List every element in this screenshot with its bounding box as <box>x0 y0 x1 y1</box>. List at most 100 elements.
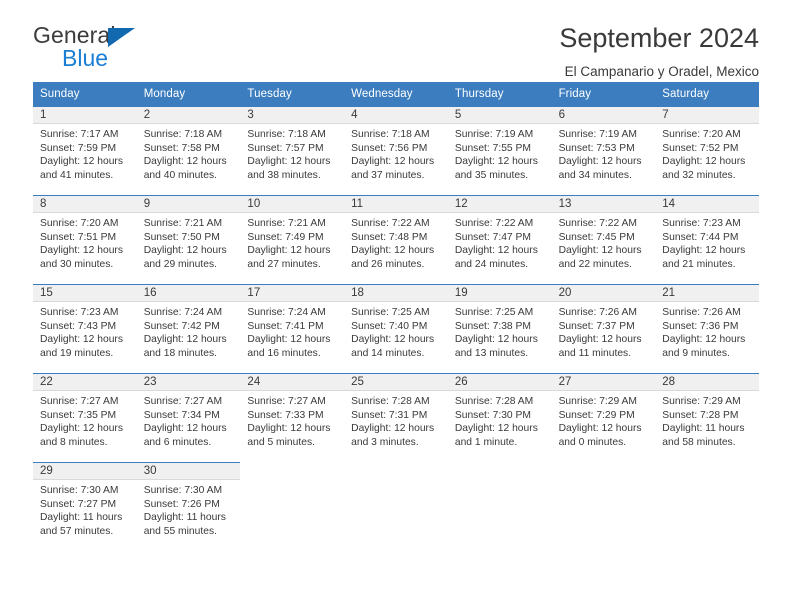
daylight-duration-line1: Daylight: 12 hours <box>40 423 123 435</box>
day-details: Sunrise: 7:27 AM Sunset: 7:33 PM Daylight:… <box>240 391 344 449</box>
page-header: General Blue September 2024 El Campanari… <box>33 0 759 78</box>
calendar-day-cell[interactable]: 13 Sunrise: 7:22 AM Sunset: 7:45 PM Dayligh… <box>551 195 656 284</box>
calendar-day-cell[interactable]: 16 Sunrise: 7:24 AM Sunset: 7:42 PM Dayligh… <box>136 284 241 373</box>
calendar-day-cell[interactable]: 23 Sunrise: 7:27 AM Sunset: 7:34 PM Dayligh… <box>136 373 241 462</box>
sunset-time: Sunset: 7:58 PM <box>143 142 220 154</box>
day-number: 30 <box>143 465 157 477</box>
calendar-day-cell[interactable]: 28 Sunrise: 7:29 AM Sunset: 7:28 PM Dayligh… <box>655 373 759 462</box>
daylight-duration-line1: Daylight: 12 hours <box>143 423 227 435</box>
daylight-duration-line1: Daylight: 12 hours <box>351 423 435 435</box>
day-number-band: 24 <box>240 374 345 391</box>
daylight-duration-line1: Daylight: 12 hours <box>247 156 331 168</box>
calendar-day-cell[interactable]: 15 Sunrise: 7:23 AM Sunset: 7:43 PM Dayligh… <box>33 284 137 373</box>
sunset-time: Sunset: 7:55 PM <box>454 142 531 154</box>
calendar-day-cell[interactable]: 20 Sunrise: 7:26 AM Sunset: 7:37 PM Dayligh… <box>551 284 656 373</box>
day-details: Sunrise: 7:26 AM Sunset: 7:36 PM Daylight:… <box>655 302 759 360</box>
day-number-band: 12 <box>447 196 552 213</box>
day-details: Sunrise: 7:18 AM Sunset: 7:56 PM Daylight:… <box>344 124 448 182</box>
day-number-band: 22 <box>33 374 137 391</box>
sunrise-time: Sunrise: 7:26 AM <box>558 307 637 318</box>
day-number-band: 18 <box>344 285 448 302</box>
sunrise-time: Sunrise: 7:30 AM <box>143 485 223 496</box>
calendar-day-cell[interactable]: 19 Sunrise: 7:25 AM Sunset: 7:38 PM Dayligh… <box>447 284 552 373</box>
calendar-week-row: 15 Sunrise: 7:23 AM Sunset: 7:43 PM Dayligh… <box>33 284 759 373</box>
daylight-duration-line2: and 18 minutes. <box>143 347 217 359</box>
daylight-duration-line2: and 1 minute. <box>454 436 518 448</box>
day-number: 3 <box>247 109 254 121</box>
sunrise-time: Sunrise: 7:26 AM <box>662 307 741 318</box>
sunrise-time: Sunrise: 7:25 AM <box>351 307 430 318</box>
weekday-saturday: Saturday <box>662 88 710 100</box>
daylight-duration-line2: and 14 minutes. <box>351 347 425 359</box>
calendar-day-cell[interactable]: 6 Sunrise: 7:19 AM Sunset: 7:53 PM Daylight… <box>551 106 656 195</box>
calendar-day-cell[interactable]: 25 Sunrise: 7:28 AM Sunset: 7:31 PM Dayligh… <box>344 373 448 462</box>
calendar-day-cell[interactable]: 17 Sunrise: 7:24 AM Sunset: 7:41 PM Dayligh… <box>240 284 345 373</box>
daylight-duration-line2: and 38 minutes. <box>247 169 321 181</box>
page-title: September 2024 <box>559 23 759 53</box>
day-number-band: 17 <box>240 285 345 302</box>
daylight-duration-line1: Daylight: 11 hours <box>40 512 123 524</box>
daylight-duration-line1: Daylight: 11 hours <box>662 423 745 435</box>
daylight-duration-line1: Daylight: 12 hours <box>558 156 642 168</box>
calendar-day-cell[interactable]: 21 Sunrise: 7:26 AM Sunset: 7:36 PM Dayligh… <box>655 284 759 373</box>
day-number: 8 <box>40 198 47 210</box>
daylight-duration-line1: Daylight: 12 hours <box>454 245 538 257</box>
calendar-day-cell[interactable]: 5 Sunrise: 7:19 AM Sunset: 7:55 PM Daylight… <box>447 106 552 195</box>
sunrise-time: Sunrise: 7:29 AM <box>662 396 741 407</box>
calendar-day-cell[interactable]: 26 Sunrise: 7:28 AM Sunset: 7:30 PM Dayligh… <box>447 373 552 462</box>
calendar-day-cell[interactable]: 1 Sunrise: 7:17 AM Sunset: 7:59 PM Daylight… <box>33 106 137 195</box>
day-number-band: 5 <box>447 107 552 124</box>
weekday-friday: Friday <box>558 88 592 100</box>
sunset-time: Sunset: 7:29 PM <box>558 409 635 421</box>
daylight-duration-line2: and 27 minutes. <box>247 258 321 270</box>
daylight-duration-line2: and 9 minutes. <box>662 347 730 359</box>
calendar-day-cell[interactable]: 11 Sunrise: 7:22 AM Sunset: 7:48 PM Dayligh… <box>344 195 448 284</box>
calendar-day-cell[interactable]: 14 Sunrise: 7:23 AM Sunset: 7:44 PM Dayligh… <box>655 195 759 284</box>
daylight-duration-line2: and 35 minutes. <box>454 169 529 181</box>
day-number-band: 30 <box>136 463 241 480</box>
daylight-duration-line1: Daylight: 12 hours <box>40 156 123 168</box>
day-number: 4 <box>351 109 358 121</box>
day-details: Sunrise: 7:17 AM Sunset: 7:59 PM Daylight:… <box>33 124 137 182</box>
day-details: Sunrise: 7:22 AM Sunset: 7:47 PM Daylight:… <box>448 213 552 271</box>
calendar-day-cell[interactable]: 29 Sunrise: 7:30 AM Sunset: 7:27 PM Dayligh… <box>33 462 137 551</box>
calendar-day-cell[interactable]: 18 Sunrise: 7:25 AM Sunset: 7:40 PM Dayligh… <box>344 284 448 373</box>
calendar-day-cell[interactable]: 7 Sunrise: 7:20 AM Sunset: 7:52 PM Daylight… <box>655 106 759 195</box>
calendar-day-cell[interactable]: 3 Sunrise: 7:18 AM Sunset: 7:57 PM Daylight… <box>240 106 345 195</box>
daylight-duration-line2: and 32 minutes. <box>662 169 736 181</box>
day-number-band: 3 <box>240 107 345 124</box>
daylight-duration-line1: Daylight: 12 hours <box>558 334 642 346</box>
weekday-monday: Monday <box>143 88 186 100</box>
daylight-duration-line2: and 34 minutes. <box>558 169 632 181</box>
daylight-duration-line1: Daylight: 12 hours <box>247 423 331 435</box>
day-details: Sunrise: 7:22 AM Sunset: 7:48 PM Daylight:… <box>344 213 448 271</box>
calendar-day-cell[interactable]: 10 Sunrise: 7:21 AM Sunset: 7:49 PM Dayligh… <box>240 195 345 284</box>
calendar-day-cell[interactable]: 30 Sunrise: 7:30 AM Sunset: 7:26 PM Dayligh… <box>136 462 241 551</box>
day-number-band: 10 <box>240 196 345 213</box>
sunset-time: Sunset: 7:30 PM <box>454 409 531 421</box>
day-number-band: 6 <box>551 107 656 124</box>
calendar-day-cell[interactable]: 8 Sunrise: 7:20 AM Sunset: 7:51 PM Daylight… <box>33 195 137 284</box>
day-number-band: 9 <box>136 196 241 213</box>
calendar-weeks: 1 Sunrise: 7:17 AM Sunset: 7:59 PM Daylight… <box>33 106 759 551</box>
calendar-day-cell[interactable]: 4 Sunrise: 7:18 AM Sunset: 7:56 PM Daylight… <box>344 106 448 195</box>
calendar-week-row: 8 Sunrise: 7:20 AM Sunset: 7:51 PM Daylight… <box>33 195 759 284</box>
calendar-day-cell[interactable]: 9 Sunrise: 7:21 AM Sunset: 7:50 PM Daylight… <box>136 195 241 284</box>
calendar-day-cell[interactable]: 2 Sunrise: 7:18 AM Sunset: 7:58 PM Daylight… <box>136 106 241 195</box>
sunrise-time: Sunrise: 7:18 AM <box>143 129 223 140</box>
day-number: 23 <box>143 376 157 388</box>
calendar-day-cell-empty <box>344 462 448 551</box>
daylight-duration-line2: and 19 minutes. <box>40 347 114 359</box>
sunset-time: Sunset: 7:40 PM <box>351 320 428 332</box>
daylight-duration-line2: and 30 minutes. <box>40 258 114 270</box>
day-number-band: 11 <box>344 196 448 213</box>
calendar-day-cell[interactable]: 22 Sunrise: 7:27 AM Sunset: 7:35 PM Dayligh… <box>33 373 137 462</box>
day-details: Sunrise: 7:25 AM Sunset: 7:38 PM Daylight:… <box>448 302 552 360</box>
day-number-band: 25 <box>344 374 448 391</box>
day-number: 2 <box>143 109 151 121</box>
calendar-day-cell[interactable]: 24 Sunrise: 7:27 AM Sunset: 7:33 PM Dayligh… <box>240 373 345 462</box>
calendar-day-cell[interactable]: 27 Sunrise: 7:29 AM Sunset: 7:29 PM Dayligh… <box>551 373 656 462</box>
calendar-day-cell[interactable]: 12 Sunrise: 7:22 AM Sunset: 7:47 PM Dayligh… <box>447 195 552 284</box>
sunrise-time: Sunrise: 7:18 AM <box>351 129 430 140</box>
day-details: Sunrise: 7:23 AM Sunset: 7:43 PM Daylight:… <box>33 302 137 360</box>
